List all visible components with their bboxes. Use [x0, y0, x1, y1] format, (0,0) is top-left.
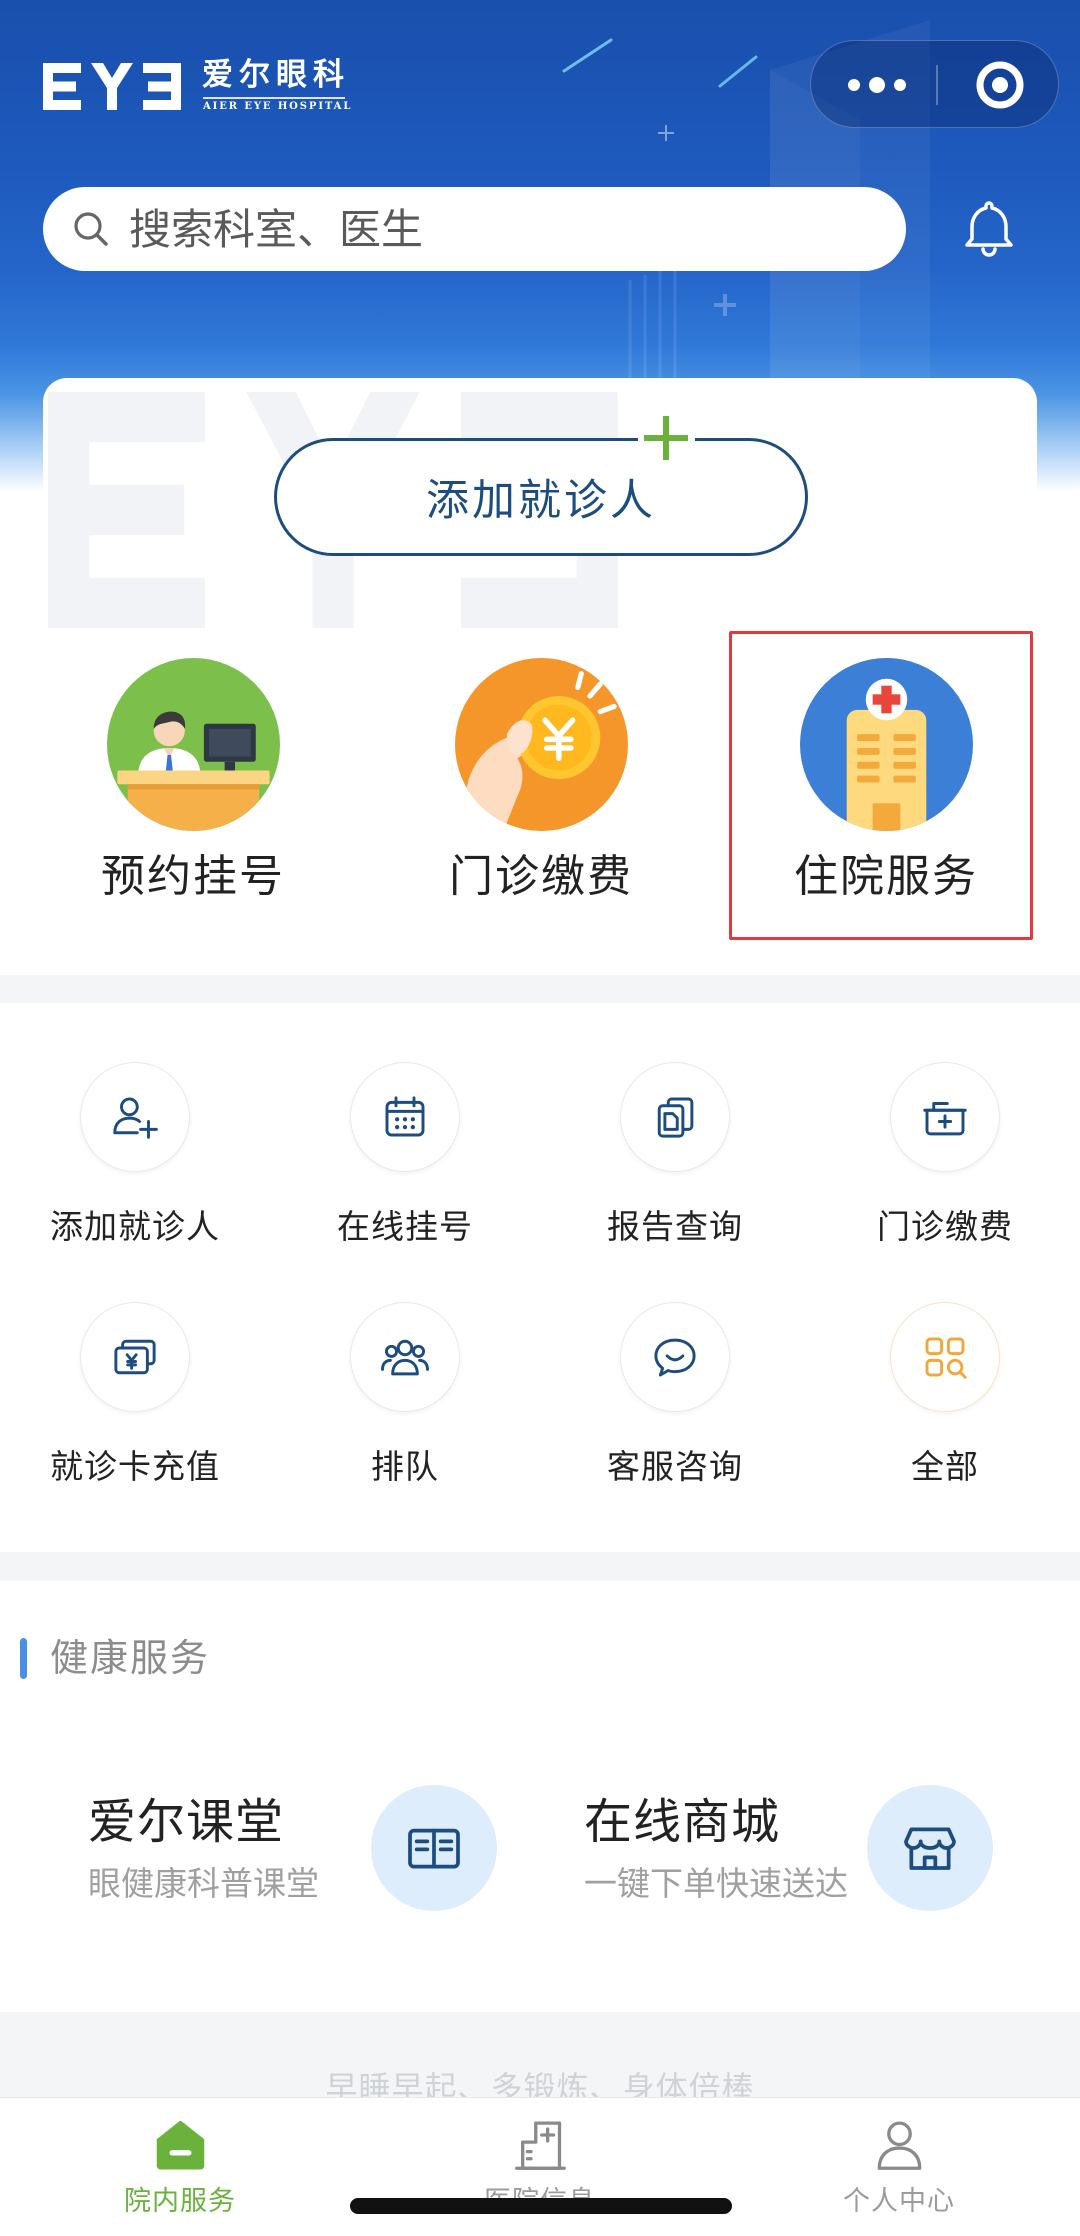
service-label: 就诊卡充值: [50, 1447, 220, 1486]
service-queue[interactable]: 排队: [270, 1280, 540, 1500]
medical-box-icon: [890, 1062, 1000, 1172]
search-bar[interactable]: [43, 187, 906, 271]
logo-name: 爱尔眼科: [202, 57, 350, 93]
add-patient-label: 添加就诊人: [426, 476, 656, 526]
featured-outpatient-payment[interactable]: 门诊缴费: [391, 640, 691, 930]
add-user-icon: [80, 1062, 190, 1172]
open-book-icon: [371, 1785, 497, 1911]
service-online-registration[interactable]: 在线挂号: [270, 1040, 540, 1260]
service-label: 客服咨询: [607, 1447, 743, 1486]
health-item-subtitle: 眼健康科普课堂: [88, 1864, 319, 1903]
tab-bar: 院内服务 医院信息 个人中心: [0, 2097, 1080, 2236]
queue-people-icon: [350, 1302, 460, 1412]
featured-label: 门诊缴费: [449, 851, 633, 902]
tab-personal-center[interactable]: 个人中心: [719, 2098, 1079, 2236]
tab-label: 院内服务: [124, 2186, 236, 2217]
service-label: 报告查询: [607, 1207, 743, 1246]
health-item-title: 在线商城: [584, 1794, 781, 1850]
service-add-patient[interactable]: 添加就诊人: [0, 1040, 270, 1260]
section-divider: [0, 975, 1080, 1003]
highlight-box: [729, 631, 1033, 940]
service-label: 排队: [371, 1447, 439, 1486]
health-item-title: 爱尔课堂: [88, 1794, 285, 1850]
logo-divider: [203, 97, 345, 99]
health-item-mall[interactable]: 在线商城 一键下单快速送达: [540, 1760, 1040, 1940]
featured-label: 预约挂号: [101, 851, 285, 902]
featured-appointment[interactable]: 预约挂号: [43, 640, 343, 930]
home-indicator[interactable]: [350, 2198, 732, 2214]
store-icon: [867, 1785, 993, 1911]
service-all[interactable]: 全部: [810, 1280, 1080, 1500]
tab-label: 个人中心: [843, 2186, 955, 2217]
documents-icon: [620, 1062, 730, 1172]
search-icon: [74, 212, 108, 246]
home-icon: [156, 2120, 204, 2170]
user-icon: [877, 2121, 921, 2170]
service-label: 全部: [911, 1447, 979, 1486]
miniprogram-capsule: [810, 40, 1059, 128]
target-circle-icon[interactable]: [976, 61, 1024, 109]
service-card-recharge[interactable]: 就诊卡充值: [0, 1280, 270, 1500]
add-patient-button[interactable]: 添加就诊人: [274, 438, 808, 556]
more-dots-icon[interactable]: [831, 55, 927, 115]
app-screen: 爱尔眼科 AIER EYE HOSPITAL 搜索科室、医生 添加就诊人 预约挂…: [0, 0, 1080, 2236]
yuan-card-icon: [80, 1302, 190, 1412]
service-outpatient-payment[interactable]: 门诊缴费: [810, 1040, 1080, 1260]
search-input[interactable]: [129, 187, 869, 271]
service-label: 在线挂号: [337, 1207, 473, 1246]
eye-logo: [43, 63, 181, 110]
section-accent-bar: [20, 1638, 27, 1679]
tab-hospital-services[interactable]: 院内服务: [0, 2098, 360, 2236]
chat-bubble-icon: [620, 1302, 730, 1412]
health-item-classroom[interactable]: 爱尔课堂 眼健康科普课堂: [43, 1760, 513, 1940]
section-divider: [0, 1552, 1080, 1581]
calendar-icon: [350, 1062, 460, 1172]
service-report-query[interactable]: 报告查询: [540, 1040, 810, 1260]
health-item-subtitle: 一键下单快速送达: [584, 1864, 848, 1903]
tab-hospital-info[interactable]: 医院信息: [360, 2098, 720, 2236]
service-label: 门诊缴费: [877, 1207, 1013, 1246]
yuan-coin-hand-icon: [454, 658, 628, 831]
doctor-desk-icon: [106, 658, 280, 831]
section-title: 健康服务: [50, 1636, 211, 1680]
grid-search-icon: [890, 1302, 1000, 1412]
bell-icon[interactable]: [960, 197, 1018, 259]
service-label: 添加就诊人: [50, 1207, 220, 1246]
hospital-info-icon: [514, 2121, 566, 2170]
logo-subtitle: AIER EYE HOSPITAL: [203, 101, 353, 112]
plus-icon: [644, 416, 688, 460]
service-customer-support[interactable]: 客服咨询: [540, 1280, 810, 1500]
